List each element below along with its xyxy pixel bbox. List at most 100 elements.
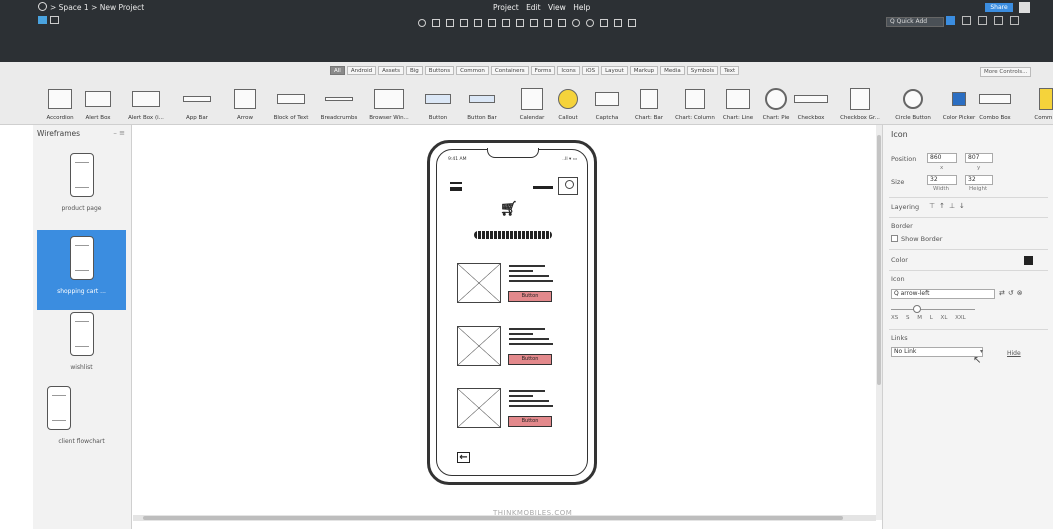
show-border-checkbox[interactable] bbox=[891, 235, 898, 242]
collapse-panel-icon[interactable]: – ≡ bbox=[113, 129, 125, 137]
library-item[interactable]: Alert Box bbox=[76, 77, 120, 121]
position-y-input[interactable]: 807 bbox=[965, 153, 993, 163]
wireframes-panel: Wireframes – ≡ product page shopping car… bbox=[33, 125, 132, 529]
menu-view[interactable]: View bbox=[548, 3, 566, 12]
filter-containers[interactable]: Containers bbox=[490, 66, 529, 75]
library-item[interactable]: Browser Win... bbox=[367, 77, 411, 121]
library-item[interactable]: Alert Box (i... bbox=[124, 77, 168, 121]
wireframe-item-client-flowchart[interactable]: client flowchart bbox=[37, 380, 126, 460]
zoom-in-icon[interactable] bbox=[572, 19, 580, 27]
share-button[interactable]: Share bbox=[985, 3, 1013, 12]
filter-layout[interactable]: Layout bbox=[601, 66, 628, 75]
more-controls-button[interactable]: More Controls... bbox=[980, 67, 1032, 77]
panel-toggle-icon[interactable] bbox=[38, 16, 47, 24]
scroll-thumb[interactable] bbox=[877, 135, 881, 385]
present-icon[interactable] bbox=[994, 16, 1003, 25]
filter-assets[interactable]: Assets bbox=[378, 66, 404, 75]
library-item[interactable]: Chart: Bar bbox=[627, 77, 671, 121]
top-bar: > Space 1 > New Project Project Edit Vie… bbox=[0, 0, 1053, 62]
avatar[interactable] bbox=[558, 177, 578, 195]
horizontal-scrollbar[interactable] bbox=[133, 515, 876, 521]
library-item[interactable]: Comm... bbox=[1024, 77, 1053, 121]
arrow-left-icon[interactable]: ← bbox=[457, 452, 470, 463]
inspector-title[interactable]: Icon bbox=[891, 130, 908, 139]
library-item[interactable]: Callout bbox=[546, 77, 590, 121]
breadcrumb[interactable]: > Space 1 > New Project bbox=[50, 3, 144, 12]
quick-add-input[interactable]: Q Quick Add bbox=[886, 17, 944, 27]
library-item[interactable]: Checkbox Gr... bbox=[838, 77, 882, 121]
align-icon[interactable] bbox=[600, 19, 608, 27]
filter-big[interactable]: Big bbox=[406, 66, 423, 75]
icon-action-icons[interactable]: ⇄↺⊗ bbox=[999, 289, 1026, 297]
filter-common[interactable]: Common bbox=[456, 66, 489, 75]
grid-toggle-icon[interactable] bbox=[50, 16, 59, 24]
library-item[interactable]: Circle Button bbox=[891, 77, 935, 121]
library-item[interactable]: Checkbox bbox=[789, 77, 833, 121]
library-item[interactable]: Breadcrumbs bbox=[317, 77, 361, 121]
hide-link[interactable]: Hide bbox=[1007, 350, 1021, 357]
product-button[interactable]: Button bbox=[508, 354, 552, 365]
undo-icon[interactable] bbox=[418, 19, 426, 27]
library-item-label: Breadcrumbs bbox=[320, 115, 358, 121]
filter-android[interactable]: Android bbox=[346, 66, 377, 75]
filter-text[interactable]: Text bbox=[720, 66, 740, 75]
library-item[interactable]: Combo Box bbox=[973, 77, 1017, 121]
library-item[interactable]: Arrow bbox=[223, 77, 267, 121]
wireframe-item-wishlist[interactable]: wishlist bbox=[37, 306, 126, 386]
filter-symbols[interactable]: Symbols bbox=[686, 66, 719, 75]
paste-icon[interactable] bbox=[474, 19, 482, 27]
wireframe-item-shopping-cart[interactable]: shopping cart ... bbox=[37, 230, 126, 310]
position-x-input[interactable]: 860 bbox=[927, 153, 957, 163]
lock-icon[interactable] bbox=[530, 19, 538, 27]
link-dropdown[interactable]: No Link ▾ bbox=[891, 347, 983, 357]
menu-project[interactable]: Project bbox=[493, 3, 519, 12]
product-button[interactable]: Button bbox=[508, 291, 552, 302]
menu-edit[interactable]: Edit bbox=[526, 3, 541, 12]
copy-icon[interactable] bbox=[460, 19, 468, 27]
user-icon[interactable] bbox=[1019, 2, 1030, 13]
wireframe-item-product-page[interactable]: product page bbox=[37, 147, 126, 227]
properties-icon[interactable] bbox=[946, 16, 955, 25]
scroll-thumb[interactable] bbox=[143, 516, 843, 520]
filter-media[interactable]: Media bbox=[660, 66, 685, 75]
filter-markup[interactable]: Markup bbox=[629, 66, 659, 75]
bring-front-icon[interactable] bbox=[544, 19, 552, 27]
product-button[interactable]: Button bbox=[508, 416, 552, 427]
wireframes-header[interactable]: Wireframes bbox=[37, 129, 80, 138]
redo-icon[interactable] bbox=[432, 19, 440, 27]
cut-icon[interactable] bbox=[446, 19, 454, 27]
filter-icons[interactable]: Icons bbox=[557, 66, 580, 75]
hamburger-menu-icon[interactable] bbox=[450, 182, 462, 191]
library-item[interactable]: Block of Text bbox=[269, 77, 313, 121]
notes-icon[interactable] bbox=[962, 16, 971, 25]
filter-forms[interactable]: Forms bbox=[530, 66, 556, 75]
filter-ios[interactable]: iOS bbox=[581, 66, 600, 75]
group-icon[interactable] bbox=[502, 19, 510, 27]
layering-icons[interactable]: ⊤↑⊥↓ bbox=[929, 202, 969, 210]
height-input[interactable]: 32 bbox=[965, 175, 993, 185]
home-icon[interactable] bbox=[38, 2, 47, 11]
library-item[interactable]: Button Bar bbox=[460, 77, 504, 121]
collapse-right-icon[interactable] bbox=[1010, 16, 1019, 25]
fullscreen-icon[interactable] bbox=[628, 19, 636, 27]
library-item[interactable]: Chart: Column bbox=[673, 77, 717, 121]
filter-buttons[interactable]: Buttons bbox=[424, 66, 455, 75]
width-input[interactable]: 32 bbox=[927, 175, 957, 185]
library-item[interactable]: App Bar bbox=[175, 77, 219, 121]
product-image-placeholder bbox=[457, 388, 501, 428]
icon-size-slider-track[interactable] bbox=[891, 309, 975, 310]
icon-size-slider-knob[interactable] bbox=[913, 305, 921, 313]
library-item[interactable]: Captcha bbox=[585, 77, 629, 121]
menu-help[interactable]: Help bbox=[573, 3, 590, 12]
library-item[interactable]: Button bbox=[416, 77, 460, 121]
icon-search-input[interactable]: Q arrow-left bbox=[891, 289, 995, 299]
send-back-icon[interactable] bbox=[558, 19, 566, 27]
zoom-out-icon[interactable] bbox=[586, 19, 594, 27]
duplicate-icon[interactable] bbox=[488, 19, 496, 27]
ungroup-icon[interactable] bbox=[516, 19, 524, 27]
info-icon[interactable] bbox=[978, 16, 987, 25]
distribute-icon[interactable] bbox=[614, 19, 622, 27]
phone-mockup[interactable]: 9:41 AM ..ll ▾ ▭ 🛒︎ Button Button Button… bbox=[427, 140, 597, 485]
color-swatch[interactable] bbox=[1024, 256, 1033, 265]
filter-all[interactable]: All bbox=[330, 66, 345, 75]
